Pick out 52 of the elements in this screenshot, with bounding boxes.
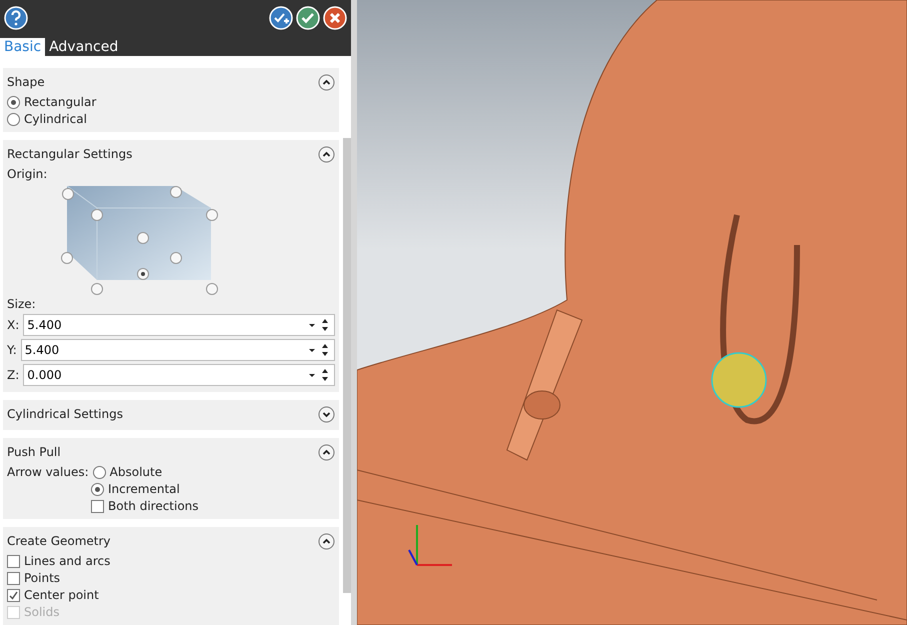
spinner-icon[interactable] (307, 317, 331, 333)
checkbox-label: Points (24, 571, 60, 585)
section-title: Cylindrical Settings (7, 407, 123, 421)
close-icon[interactable] (323, 6, 347, 30)
option-label: Cylindrical (24, 112, 87, 126)
collapse-icon[interactable] (318, 146, 335, 162)
apply-icon[interactable] (269, 6, 293, 30)
number-field[interactable]: 5.400 (20, 339, 335, 361)
radio-button[interactable] (7, 112, 20, 126)
scrollbar-thumb[interactable] (343, 138, 351, 593)
option-label: Rectangular (24, 95, 96, 109)
ok-icon[interactable] (296, 6, 320, 30)
origin-handle[interactable] (206, 209, 218, 221)
checkbox-label: Both directions (108, 499, 199, 513)
number-field[interactable]: 5.400 (23, 314, 335, 336)
section-title: Create Geometry (7, 534, 111, 548)
spinner-icon[interactable] (307, 367, 331, 383)
tab[interactable]: Basic (0, 38, 46, 56)
radio-button[interactable] (91, 482, 104, 496)
axis-label: Z: (7, 368, 20, 382)
spinner-icon[interactable] (307, 342, 331, 358)
size-label: Size: (7, 297, 37, 311)
arrow-values-label: Arrow values: (7, 465, 89, 479)
option-label: Absolute (110, 465, 162, 479)
checkbox[interactable] (7, 572, 20, 584)
axis-label: Y: (7, 343, 17, 357)
checkbox[interactable] (7, 554, 20, 568)
number-field[interactable]: 0.000 (23, 364, 335, 386)
radio-button[interactable] (92, 466, 106, 478)
checkbox-label: Lines and arcs (24, 554, 110, 568)
radio-button[interactable] (7, 96, 20, 108)
checkbox-label: Solids (24, 605, 60, 619)
section-title: Shape (7, 75, 45, 89)
checkbox-label: Center point (24, 588, 99, 602)
section-title: Rectangular Settings (7, 147, 132, 161)
checkmark-icon (9, 590, 18, 600)
expand-icon[interactable] (318, 406, 335, 422)
origin-handle[interactable] (91, 283, 103, 295)
origin-label: Origin: (7, 167, 48, 181)
origin-handle[interactable] (61, 252, 73, 264)
collapse-icon[interactable] (318, 532, 335, 550)
collapse-icon[interactable] (318, 444, 335, 460)
checkbox[interactable] (7, 588, 20, 602)
axis-label: X: (7, 318, 20, 332)
checkbox[interactable] (91, 500, 104, 512)
origin-handle[interactable] (62, 188, 74, 200)
option-label: Incremental (108, 482, 180, 496)
tab[interactable]: Advanced (45, 38, 122, 56)
collapse-icon[interactable] (318, 74, 335, 90)
help-icon[interactable] (4, 6, 28, 30)
section-title: Push Pull (7, 445, 61, 459)
origin-handle[interactable] (206, 283, 218, 295)
